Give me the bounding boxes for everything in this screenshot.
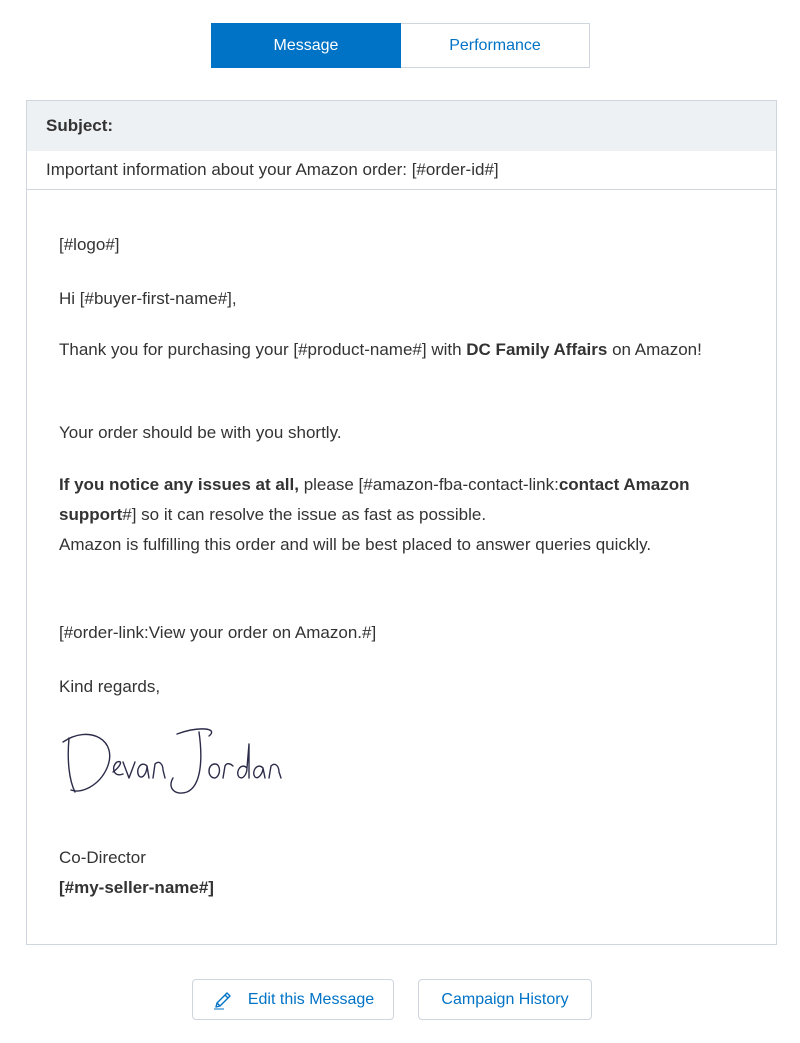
seller-name-placeholder: [#my-seller-name#] <box>59 878 214 897</box>
pencil-icon <box>213 991 231 1009</box>
sign-off: Kind regards, <box>59 677 161 696</box>
thanks-text: Thank you for purchasing your [#product-… <box>59 340 467 359</box>
subject-text: Important information about your Amazon … <box>27 151 776 190</box>
order-link-placeholder: [#order-link:View your order on Amazon.#… <box>59 623 377 642</box>
edit-message-button[interactable]: Edit this Message <box>192 979 394 1020</box>
thanks-paragraph: Thank you for purchasing your [#product-… <box>59 335 739 365</box>
campaign-history-button[interactable]: Campaign History <box>418 979 592 1020</box>
fulfilment-note: Amazon is fulfilling this order and will… <box>59 535 652 554</box>
tab-performance[interactable]: Performance <box>401 23 590 68</box>
shipping-note: Your order should be with you shortly. <box>59 423 342 442</box>
issues-lead: If you notice any issues at all, <box>59 475 299 494</box>
thanks-text-end: on Amazon! <box>607 340 702 359</box>
issues-text-end: #] so it can resolve the issue as fast a… <box>122 505 487 524</box>
subject-heading: Subject: <box>27 101 776 151</box>
issues-paragraph: If you notice any issues at all, please … <box>59 470 739 560</box>
store-name: DC Family Affairs <box>466 340 608 359</box>
handwritten-signature <box>62 728 282 794</box>
message-preview-panel: Subject: Important information about you… <box>26 100 777 945</box>
issues-text: please [#amazon-fba-contact-link: <box>298 475 559 494</box>
signer-role: Co-Director <box>59 848 146 867</box>
message-tabs: Message Performance <box>211 23 590 68</box>
logo-placeholder: [#logo#] <box>59 235 120 254</box>
greeting-line: Hi [#buyer-first-name#], <box>59 289 237 308</box>
campaign-history-label: Campaign History <box>441 990 569 1008</box>
tab-message[interactable]: Message <box>211 23 401 68</box>
edit-message-label: Edit this Message <box>247 990 375 1008</box>
